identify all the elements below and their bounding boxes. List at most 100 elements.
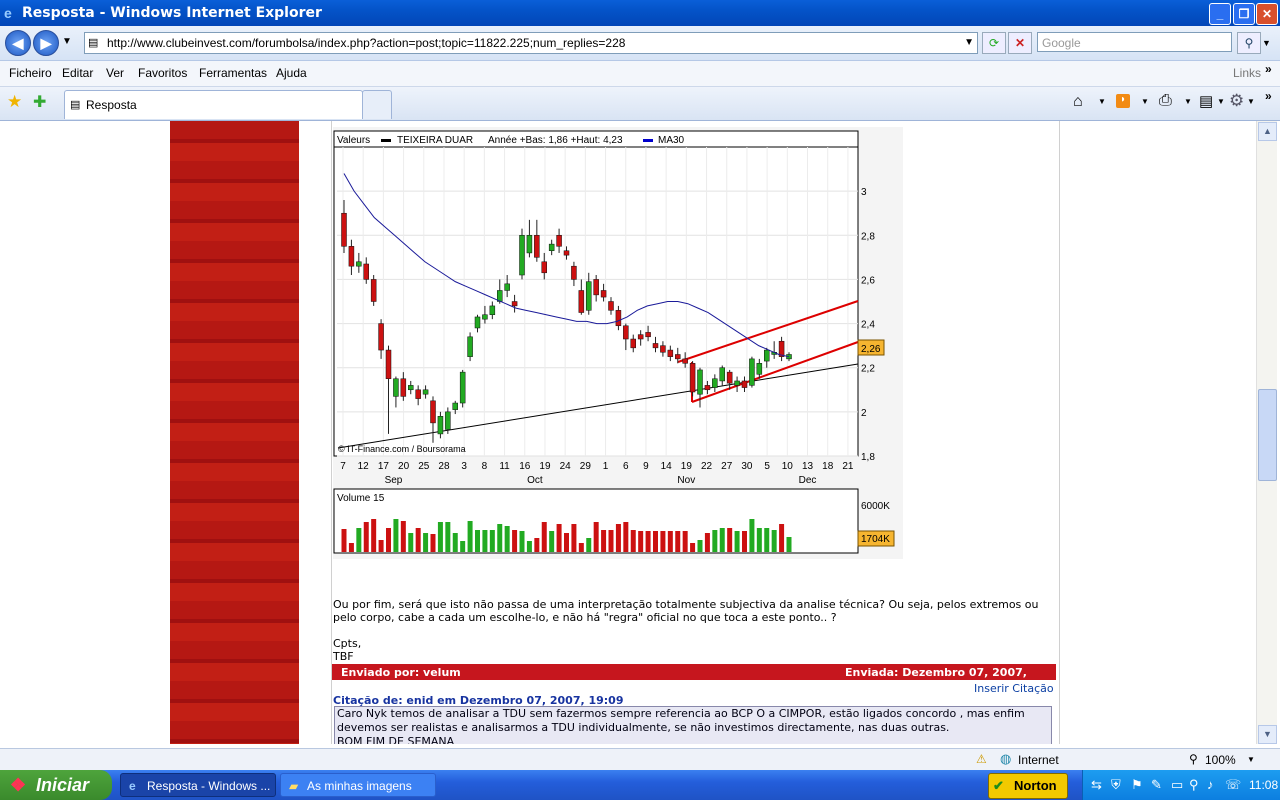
start-button[interactable]: ❖ Iniciar — [0, 770, 112, 800]
stop-icon[interactable]: ✕ — [1008, 32, 1032, 54]
page-dropdown-icon[interactable]: ▼ — [1217, 97, 1225, 106]
menu-chevron-icon[interactable]: » — [1265, 62, 1272, 76]
home-icon[interactable]: ⌂ — [1073, 93, 1083, 111]
candle-body — [548, 243, 555, 251]
toolbar-chevron-icon[interactable]: » — [1265, 89, 1272, 103]
tray-tool-icon[interactable]: ✎ — [1151, 777, 1162, 793]
quote-line3: BOM FIM DE SEMANA — [337, 735, 455, 744]
candle-body — [422, 389, 429, 395]
tab-resposta[interactable]: ▤ Resposta — [64, 90, 363, 119]
tray-volume-icon[interactable]: ♪ — [1207, 777, 1214, 792]
menu-ficheiro[interactable]: Ficheiro — [9, 66, 52, 80]
zoom-icon: ⚲ — [1189, 752, 1198, 766]
search-icon[interactable]: ⚲ — [1237, 32, 1261, 54]
candle-body — [534, 235, 540, 258]
favorites-star-icon[interactable]: ★ — [7, 92, 22, 112]
x-tick-label: 8 — [482, 461, 488, 472]
volume-bar — [682, 531, 688, 552]
stock-chart: Valeurs TEIXEIRA DUAR Année +Bas: 1,86 +… — [333, 127, 903, 559]
y-tick-label: 2,8 — [861, 231, 875, 242]
scroll-thumb[interactable] — [1258, 389, 1277, 481]
tray-network-icon[interactable]: ⇆ — [1091, 777, 1102, 793]
new-tab-button[interactable] — [362, 90, 392, 119]
volume-label: Volume 15 — [337, 493, 385, 504]
home-dropdown-icon[interactable]: ▼ — [1098, 97, 1106, 106]
minimize-button[interactable]: _ — [1209, 3, 1231, 25]
legend-name: Valeurs — [337, 135, 370, 146]
scroll-up-icon[interactable]: ▲ — [1258, 122, 1277, 141]
refresh-icon[interactable]: ⟳ — [982, 32, 1006, 54]
x-tick-label: 22 — [701, 461, 713, 472]
print-icon[interactable]: ⎙ — [1159, 92, 1172, 110]
menu-favoritos[interactable]: Favoritos — [138, 66, 187, 80]
post-author: Enviado por: velum — [341, 666, 461, 679]
volume-bar — [371, 519, 377, 552]
norton-label: Norton — [1014, 778, 1057, 793]
menu-ver[interactable]: Ver — [106, 66, 124, 80]
page-menu-icon[interactable]: ▤ — [1199, 92, 1213, 110]
task-ie[interactable]: e Resposta - Windows ... — [120, 773, 276, 797]
candle-body — [526, 235, 533, 254]
rss-feed-icon[interactable]: ◗ — [1116, 94, 1130, 108]
tray-phone-icon[interactable]: ☏ — [1225, 777, 1241, 793]
volume-bar — [423, 533, 429, 552]
candle-body — [408, 385, 414, 391]
task-folder[interactable]: ▰ As minhas imagens — [280, 773, 436, 797]
legend-series-swatch — [381, 139, 391, 142]
url-field[interactable]: ▤ http://www.clubeinvest.com/forumbolsa/… — [84, 32, 978, 54]
quote-line1: Caro Nyk temos de analisar a TDU sem faz… — [337, 707, 1025, 720]
volume-bar — [541, 522, 547, 552]
y-tick-label: 2,6 — [861, 275, 875, 286]
warning-icon[interactable]: ⚠ — [976, 752, 987, 766]
volume-bar — [348, 543, 354, 552]
feed-dropdown-icon[interactable]: ▼ — [1141, 97, 1149, 106]
volume-bar — [764, 528, 770, 552]
tab-label: Resposta — [86, 98, 137, 112]
post-body-line2: pelo corpo, cabe a cada um escolhe-lo, e… — [333, 611, 837, 624]
back-button[interactable]: ◀ — [5, 30, 31, 56]
add-favorite-icon[interactable]: ✚ — [33, 92, 46, 112]
candle-body — [474, 316, 481, 329]
url-text: http://www.clubeinvest.com/forumbolsa/in… — [107, 36, 626, 50]
menu-ajuda[interactable]: Ajuda — [276, 66, 307, 80]
volume-max-label: 6000K — [861, 501, 890, 512]
x-tick-label: 30 — [741, 461, 753, 472]
volume-bar — [460, 541, 466, 552]
volume-bar — [601, 530, 607, 552]
norton-button[interactable]: ✔ Norton — [988, 773, 1068, 799]
volume-bar — [719, 528, 725, 552]
legend-range: Année +Bas: 1,86 +Haut: 4,23 — [488, 135, 623, 146]
candle-body — [563, 250, 570, 256]
candle-body — [682, 358, 688, 364]
decorative-banner — [170, 121, 299, 744]
scroll-down-icon[interactable]: ▼ — [1258, 725, 1277, 744]
tools-gear-icon[interactable]: ⚙ — [1229, 91, 1244, 111]
insert-quote-link[interactable]: Inserir Citação — [974, 682, 1054, 695]
links-toolbar[interactable]: Links — [1233, 66, 1261, 80]
tray-shield-icon[interactable]: ⛨ — [1111, 777, 1121, 793]
task-ie-icon: e — [129, 779, 136, 793]
tools-dropdown-icon[interactable]: ▼ — [1247, 97, 1255, 106]
tray-flag-icon[interactable]: ⚑ — [1131, 777, 1143, 793]
search-options-icon[interactable]: ▼ — [1262, 38, 1271, 48]
volume-bar — [452, 533, 458, 552]
menu-editar[interactable]: Editar — [62, 66, 93, 80]
volume-bar — [660, 531, 666, 552]
print-dropdown-icon[interactable]: ▼ — [1184, 97, 1192, 106]
tray-display-icon[interactable]: ▭ — [1171, 777, 1183, 793]
url-dropdown-icon[interactable]: ▼ — [964, 33, 974, 53]
search-input[interactable]: Google — [1037, 32, 1232, 52]
close-button[interactable]: ✕ — [1256, 3, 1278, 25]
volume-bar — [445, 522, 451, 552]
tray-search-icon[interactable]: ⚲ — [1189, 777, 1199, 793]
y-tick-label: 2,4 — [861, 320, 875, 331]
zoom-level[interactable]: 100% — [1205, 753, 1236, 767]
maximize-button[interactable]: ❐ — [1233, 3, 1255, 25]
menu-ferramentas[interactable]: Ferramentas — [199, 66, 267, 80]
zoom-dropdown-icon[interactable]: ▼ — [1247, 755, 1255, 764]
volume-bar — [512, 530, 518, 552]
vertical-scrollbar[interactable]: ▲ ▼ — [1256, 121, 1277, 744]
forward-button[interactable]: ▶ — [33, 30, 59, 56]
candle-body — [445, 411, 451, 430]
history-dropdown-icon[interactable]: ▼ — [62, 36, 72, 47]
